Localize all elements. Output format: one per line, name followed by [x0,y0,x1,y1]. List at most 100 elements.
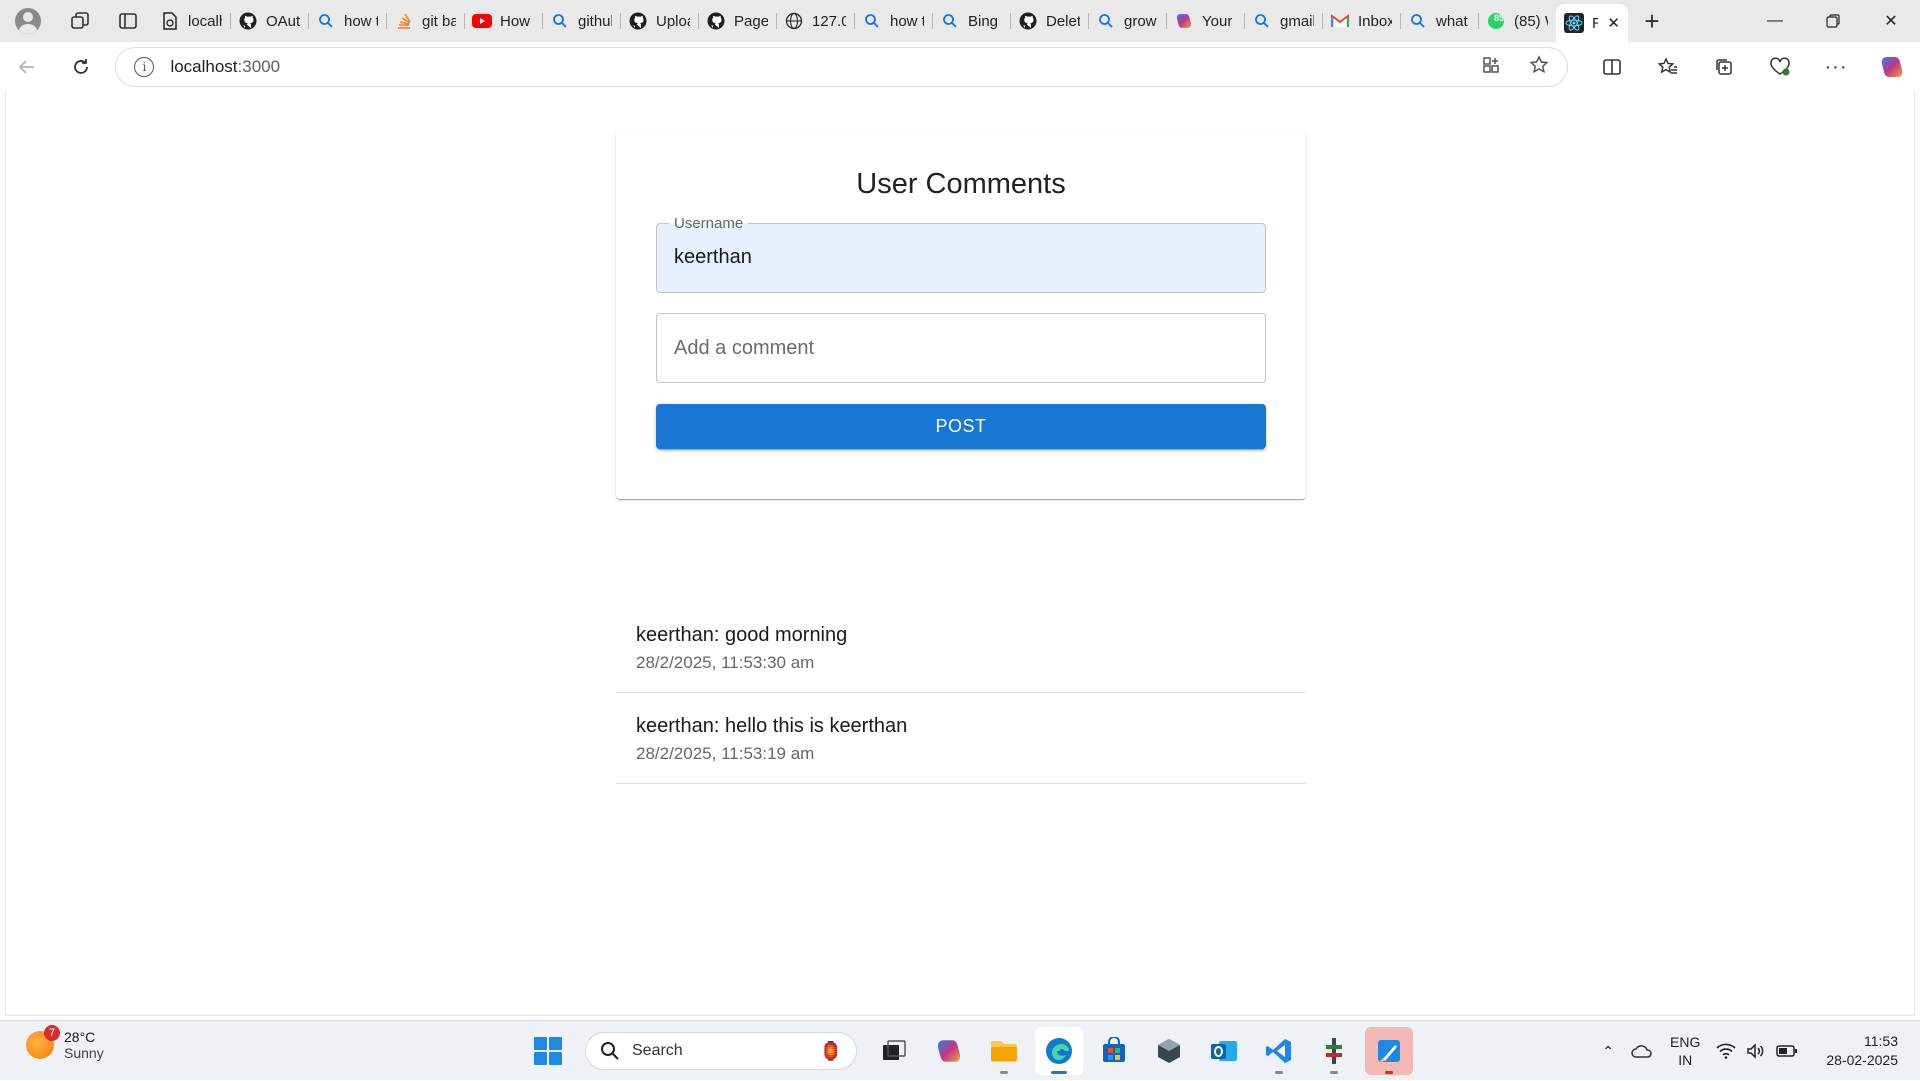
comment-input[interactable] [657,314,1265,382]
favorite-star-icon[interactable] [1529,54,1549,80]
whatsapp-badge: 85 [1493,13,1504,23]
github-icon [706,11,726,31]
url-text[interactable]: localhost:3000 [170,57,280,77]
tab[interactable]: Upload [620,5,698,37]
taskbar-paint[interactable] [1365,1027,1413,1075]
taskbar-file-explorer[interactable] [980,1027,1028,1075]
show-hidden-icons-button[interactable]: ⌃ [1594,1021,1622,1081]
comment-list: keerthan: good morning 28/2/2025, 11:53:3… [616,602,1306,784]
weather-widget[interactable]: 7 28°C Sunny [26,1025,104,1061]
search-icon [1252,11,1272,31]
tab-title: How to [500,12,534,30]
taskbar-search[interactable]: Search 🏮 [585,1032,857,1070]
taskbar-vscode[interactable] [1255,1027,1303,1075]
taskbar-outlook[interactable] [1200,1027,1248,1075]
chevron-up-icon: ⌃ [1602,1042,1615,1059]
tab[interactable]: localhost [152,5,230,37]
tab[interactable]: Your [1166,5,1244,37]
more-menu-button[interactable]: ··· [1808,42,1864,92]
taskbar: 7 28°C Sunny Search 🏮 ⌃ ENG IN 11:53 28-… [0,1020,1920,1080]
workspaces-button[interactable] [56,0,104,42]
tab[interactable]: Bing [932,5,1010,37]
restore-icon [1826,14,1840,28]
post-button[interactable]: POST [656,404,1266,449]
taskbar-app-box[interactable] [1145,1027,1193,1075]
profile-button[interactable] [0,0,56,42]
language-indicator[interactable]: ENG IN [1662,1021,1708,1081]
tab[interactable]: OAuth [230,5,308,37]
tab[interactable]: github [542,5,620,37]
close-window-button[interactable]: ✕ [1862,0,1920,42]
taskbar-store[interactable] [1090,1027,1138,1075]
username-value[interactable]: keerthan [674,246,752,269]
paint-icon [1378,1040,1400,1062]
tab[interactable]: what [1400,5,1478,37]
taskbar-git[interactable] [1310,1027,1358,1075]
split-screen-icon [1603,59,1621,75]
split-screen-button[interactable] [1584,42,1640,92]
search-icon [940,11,960,31]
url-port: :3000 [237,57,281,76]
tab-title: github [578,12,612,30]
tab-title: Upload [656,12,690,30]
close-tab-icon[interactable]: ✕ [1607,14,1620,32]
task-view-button[interactable] [870,1027,918,1075]
app-available-icon[interactable] [1481,55,1501,80]
browser-essentials-button[interactable] [1752,42,1808,92]
browser-tools: ··· [1584,42,1920,92]
youtube-icon [472,11,492,31]
tab[interactable]: Page [698,5,776,37]
search-label: Search [632,1042,683,1059]
window-controls: — ✕ [1746,0,1920,42]
tab[interactable]: 85 (85) W [1478,5,1556,37]
tab[interactable]: git bash [386,5,464,37]
username-field[interactable]: Username keerthan [656,215,1266,293]
tab-title: localhost [188,12,222,30]
start-button[interactable] [524,1027,572,1075]
address-bar[interactable]: i localhost:3000 [115,47,1568,87]
tab-actions-button[interactable] [104,0,152,42]
tab-title: Your [1202,12,1233,30]
restore-button[interactable] [1804,0,1862,42]
taskbar-copilot[interactable] [925,1027,973,1075]
favorites-button[interactable] [1640,42,1696,92]
tab[interactable]: grow [1088,5,1166,37]
refresh-button[interactable] [54,42,108,92]
tab[interactable]: How to [464,5,542,37]
tab[interactable]: how to [854,5,932,37]
comment-text: keerthan: hello this is keerthan [636,715,908,737]
tab[interactable]: 127.0.0.1 [776,5,854,37]
tab[interactable]: Inbox [1322,5,1400,37]
address-bar-actions [1481,54,1549,80]
tab[interactable]: gmail [1244,5,1322,37]
folder-icon [991,1041,1017,1062]
tab[interactable]: how to [308,5,386,37]
tab-active[interactable]: React App ✕ [1556,4,1628,42]
onedrive-button[interactable] [1622,1021,1662,1081]
copilot-button[interactable] [1864,42,1920,92]
search-icon [601,1042,619,1060]
back-button[interactable] [0,42,54,92]
clock[interactable]: 11:53 28-02-2025 [1806,1021,1920,1081]
comment-field[interactable] [656,313,1266,383]
github-icon [628,11,648,31]
tab[interactable]: Delete [1010,5,1088,37]
battery-icon [1776,1045,1798,1057]
clock-date: 28-02-2025 [1826,1052,1898,1068]
wifi-icon [1716,1043,1736,1059]
collections-icon [1716,59,1732,75]
minimize-button[interactable]: — [1746,0,1804,42]
weather-temperature: 28°C [64,1029,96,1045]
new-tab-button[interactable]: + [1628,0,1676,42]
site-info-icon[interactable]: i [134,57,155,77]
quick-settings-button[interactable] [1708,1021,1806,1081]
favorites-icon [1657,57,1677,74]
outlook-icon [1211,1041,1237,1061]
collections-button[interactable] [1696,42,1752,92]
copilot-icon [1174,11,1194,31]
cloud-icon [1631,1045,1652,1058]
search-icon [1096,11,1116,31]
taskbar-edge[interactable] [1035,1027,1083,1075]
comment-item: keerthan: hello this is keerthan 28/2/202… [616,693,1306,784]
language-code: ENG [1670,1034,1701,1050]
